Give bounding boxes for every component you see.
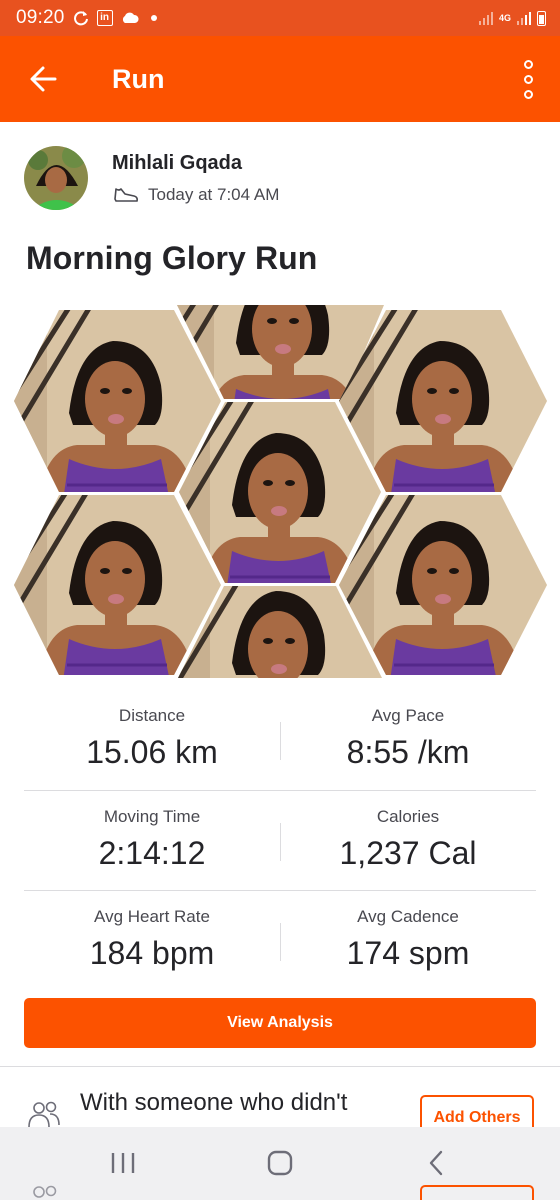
- view-analysis-button[interactable]: View Analysis: [24, 998, 536, 1048]
- stat-label: Distance: [118, 706, 186, 725]
- add-others-button-ghost: [420, 1185, 534, 1200]
- stat-label: Avg Cadence: [357, 907, 459, 926]
- page-title: Run: [112, 63, 165, 94]
- shoe-icon: [114, 188, 138, 202]
- stats-grid: Distance 15.06 km Avg Pace 8:55 /km Movi…: [24, 690, 536, 990]
- system-navigation-bar: [0, 1127, 560, 1200]
- photo-collage[interactable]: [14, 305, 547, 678]
- stat-distance: Distance 15.06 km: [24, 690, 280, 790]
- divider: [280, 722, 281, 760]
- add-others-section: With someone who didn't Add Others: [0, 1067, 560, 1127]
- home-button[interactable]: [250, 1145, 310, 1181]
- stat-label: Avg Heart Rate: [94, 907, 210, 926]
- stat-avg-pace: Avg Pace 8:55 /km: [280, 690, 536, 790]
- stats-row: Moving Time 2:14:12 Calories 1,237 Cal: [24, 790, 536, 890]
- recent-apps-button[interactable]: [93, 1145, 153, 1181]
- sync-icon: [73, 10, 89, 26]
- signal-icon-2: [517, 11, 531, 25]
- group-icon: [28, 1101, 60, 1127]
- athlete-header: Mihlali Gqada Today at 7:04 AM: [24, 146, 279, 210]
- group-icon: [33, 1185, 57, 1198]
- chevron-left-icon: [429, 1150, 443, 1176]
- stats-row: Distance 15.06 km Avg Pace 8:55 /km: [24, 690, 536, 790]
- cloud-icon: [121, 12, 139, 24]
- activity-title: Morning Glory Run: [26, 240, 318, 276]
- stat-label: Avg Pace: [371, 706, 445, 725]
- stat-label: Calories: [376, 807, 440, 826]
- app-bar: Run: [0, 36, 560, 122]
- recent-apps-icon: [111, 1153, 135, 1173]
- battery-icon: [537, 10, 546, 26]
- stat-value: 174 spm: [346, 935, 470, 971]
- add-others-button[interactable]: Add Others: [420, 1095, 534, 1127]
- stat-avg-heart-rate: Avg Heart Rate 184 bpm: [24, 891, 280, 990]
- avatar[interactable]: [24, 146, 88, 210]
- divider: [280, 823, 281, 861]
- system-back-button[interactable]: [406, 1145, 466, 1181]
- divider: [280, 923, 281, 961]
- activity-date: Today at 7:04 AM: [148, 185, 280, 204]
- more-dot-icon: [523, 59, 533, 69]
- stats-row: Avg Heart Rate 184 bpm Avg Cadence 174 s…: [24, 890, 536, 990]
- stat-label: Moving Time: [103, 807, 201, 826]
- stat-value: 1,237 Cal: [339, 835, 477, 871]
- stat-avg-cadence: Avg Cadence 174 spm: [280, 891, 536, 990]
- home-icon: [267, 1150, 293, 1176]
- stat-calories: Calories 1,237 Cal: [280, 791, 536, 890]
- status-bar: 09:20 in 4G: [0, 0, 560, 36]
- stat-moving-time: Moving Time 2:14:12: [24, 791, 280, 890]
- arrow-left-icon: [30, 66, 57, 92]
- stat-value: 15.06 km: [86, 734, 218, 770]
- status-time: 09:20: [16, 7, 65, 28]
- back-button[interactable]: [0, 36, 86, 122]
- with-others-text: With someone who didn't: [80, 1089, 348, 1116]
- more-options-button[interactable]: [500, 36, 556, 122]
- more-dot-icon: [523, 89, 533, 99]
- athlete-name[interactable]: Mihlali Gqada: [112, 152, 279, 175]
- signal-icon: [478, 11, 493, 25]
- more-dot-icon: [523, 74, 533, 84]
- stat-value: 2:14:12: [98, 835, 206, 871]
- network-type: 4G: [498, 12, 511, 23]
- stat-value: 184 bpm: [89, 935, 215, 971]
- notification-dot-icon: [150, 15, 157, 21]
- linkedin-icon: in: [96, 10, 113, 26]
- stat-value: 8:55 /km: [346, 734, 470, 770]
